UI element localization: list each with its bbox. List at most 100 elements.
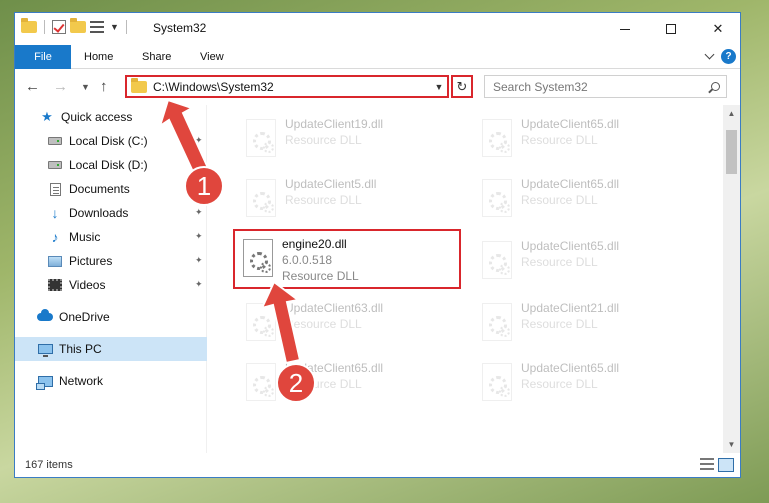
sidebar-item-label: Pictures bbox=[69, 254, 113, 268]
sidebar-item-network[interactable]: Network bbox=[15, 369, 207, 393]
help-icon[interactable]: ? bbox=[721, 49, 736, 64]
file-type: Resource DLL bbox=[521, 193, 598, 207]
cloud-icon bbox=[37, 309, 53, 321]
sidebar-item-label: Music bbox=[69, 230, 101, 244]
sidebar-item-downloads[interactable]: ↓ Downloads ✦ bbox=[15, 201, 207, 225]
file-explorer-window: ▼ System32 ✕ File Home Share View ? ← → … bbox=[14, 12, 741, 478]
dll-file-icon bbox=[482, 303, 512, 341]
properties-check-icon[interactable] bbox=[52, 20, 66, 34]
close-button[interactable]: ✕ bbox=[695, 13, 740, 45]
file-type: Resource DLL bbox=[285, 193, 362, 207]
pin-icon[interactable]: ✦ bbox=[195, 279, 203, 290]
file-item[interactable]: UpdateClient65.dll Resource DLL bbox=[474, 171, 702, 223]
address-path[interactable]: C:\Windows\System32 bbox=[153, 80, 431, 94]
sidebar-item-videos[interactable]: Videos ✦ bbox=[15, 273, 207, 297]
file-name: UpdateClient21.dll bbox=[521, 301, 620, 315]
file-item[interactable]: UpdateClient65.dll Resource DLL bbox=[474, 233, 702, 285]
new-folder-icon[interactable] bbox=[70, 18, 86, 33]
refresh-icon: ↻ bbox=[456, 78, 468, 94]
pin-icon[interactable]: ✦ bbox=[195, 135, 203, 146]
dll-file-icon bbox=[482, 363, 512, 401]
vertical-scrollbar[interactable]: ▲ ▼ bbox=[723, 105, 740, 453]
disk-icon bbox=[48, 161, 62, 169]
computer-icon bbox=[37, 344, 53, 357]
step-1-callout: 1 bbox=[184, 166, 224, 206]
file-name: UpdateClient63.dll bbox=[285, 301, 384, 315]
sidebar-item-onedrive[interactable]: OneDrive bbox=[15, 305, 207, 329]
sidebar-item-pictures[interactable]: Pictures ✦ bbox=[15, 249, 207, 273]
star-icon: ★ bbox=[41, 109, 53, 124]
large-icons-view-icon[interactable] bbox=[718, 458, 734, 472]
scroll-thumb[interactable] bbox=[726, 130, 737, 174]
back-arrow-icon[interactable]: ← bbox=[25, 78, 40, 95]
disk-icon bbox=[48, 137, 62, 145]
scroll-up-icon[interactable]: ▲ bbox=[723, 105, 740, 122]
pin-icon[interactable]: ✦ bbox=[195, 231, 203, 242]
customize-toolbar-icon[interactable]: ▼ bbox=[110, 22, 119, 32]
tab-view[interactable]: View bbox=[200, 45, 224, 69]
navigation-pane: ★ Quick access Local Disk (C:) ✦ Local D… bbox=[15, 105, 207, 453]
dll-file-icon bbox=[482, 241, 512, 279]
scroll-down-icon[interactable]: ▼ bbox=[723, 436, 740, 453]
window-title: System32 bbox=[153, 21, 207, 35]
up-arrow-icon[interactable]: ↑ bbox=[100, 78, 108, 95]
file-item[interactable]: UpdateClient65.dll Resource DLL bbox=[474, 355, 702, 407]
file-type: Resource DLL bbox=[285, 133, 362, 147]
file-item-engine20[interactable]: engine20.dll 6.0.0.518 Resource DLL bbox=[233, 229, 461, 289]
file-type: Resource DLL bbox=[285, 317, 362, 331]
sidebar-item-documents[interactable]: Documents ✦ bbox=[15, 177, 207, 201]
network-icon bbox=[35, 375, 53, 390]
refresh-button[interactable]: ↻ bbox=[451, 75, 473, 98]
address-bar[interactable]: C:\Windows\System32 ▼ bbox=[125, 75, 449, 98]
dll-file-icon bbox=[243, 239, 273, 277]
file-name: UpdateClient65.dll bbox=[521, 177, 620, 191]
file-item[interactable]: UpdateClient19.dll Resource DLL bbox=[238, 111, 466, 163]
pin-icon[interactable]: ✦ bbox=[195, 207, 203, 218]
sidebar-item-label: Videos bbox=[69, 278, 106, 292]
address-history-chevron-down-icon[interactable]: ▼ bbox=[431, 82, 447, 92]
minimize-button[interactable] bbox=[602, 13, 648, 45]
file-version: 6.0.0.518 bbox=[282, 253, 333, 267]
minimize-icon bbox=[620, 28, 630, 30]
file-item[interactable]: UpdateClient21.dll Resource DLL bbox=[474, 295, 702, 347]
dll-file-icon bbox=[246, 303, 276, 341]
toolbar-separator bbox=[44, 20, 45, 34]
file-name: UpdateClient65.dll bbox=[521, 239, 620, 253]
sidebar-item-music[interactable]: ♪ Music ✦ bbox=[15, 225, 207, 249]
file-item[interactable]: UpdateClient65.dll Resource DLL bbox=[474, 111, 702, 163]
file-type: Resource DLL bbox=[521, 133, 598, 147]
pin-icon[interactable]: ✦ bbox=[195, 255, 203, 266]
tab-share[interactable]: Share bbox=[142, 45, 171, 69]
search-icon[interactable] bbox=[704, 82, 726, 91]
sidebar-item-this-pc[interactable]: This PC bbox=[15, 337, 207, 361]
sidebar-item-local-disk-c[interactable]: Local Disk (C:) ✦ bbox=[15, 129, 207, 153]
status-bar: 167 items bbox=[15, 453, 740, 477]
expand-ribbon-chevron-down-icon[interactable] bbox=[704, 49, 715, 60]
sidebar-item-label: Local Disk (C:) bbox=[69, 134, 148, 148]
dll-file-icon bbox=[482, 119, 512, 157]
details-view-icon[interactable] bbox=[700, 458, 714, 470]
forward-arrow-icon[interactable]: → bbox=[53, 78, 68, 95]
file-item[interactable]: UpdateClient65.dll Resource DLL bbox=[238, 355, 466, 407]
sidebar-item-local-disk-d[interactable]: Local Disk (D:) ✦ bbox=[15, 153, 207, 177]
download-icon: ↓ bbox=[51, 205, 59, 221]
recent-locations-chevron-down-icon[interactable]: ▼ bbox=[81, 82, 90, 92]
ribbon-right-controls: ? bbox=[704, 49, 736, 64]
title-bar: ▼ System32 ✕ bbox=[15, 13, 740, 45]
step-2-callout: 2 bbox=[276, 363, 316, 403]
dll-file-icon bbox=[246, 363, 276, 401]
properties-icon[interactable] bbox=[90, 21, 104, 33]
search-box[interactable] bbox=[484, 75, 727, 98]
file-item[interactable]: UpdateClient63.dll Resource DLL bbox=[238, 295, 466, 347]
maximize-icon bbox=[666, 24, 676, 34]
file-item[interactable]: UpdateClient5.dll Resource DLL bbox=[238, 171, 466, 223]
tab-home[interactable]: Home bbox=[84, 45, 113, 69]
sidebar-item-quick-access[interactable]: ★ Quick access bbox=[15, 105, 207, 129]
ribbon-tabs: File Home Share View ? bbox=[15, 45, 740, 69]
dll-file-icon bbox=[482, 179, 512, 217]
maximize-button[interactable] bbox=[648, 13, 694, 45]
search-input[interactable] bbox=[493, 79, 704, 94]
documents-icon bbox=[49, 182, 61, 196]
tab-file[interactable]: File bbox=[15, 45, 71, 69]
folder-icon bbox=[131, 77, 147, 93]
